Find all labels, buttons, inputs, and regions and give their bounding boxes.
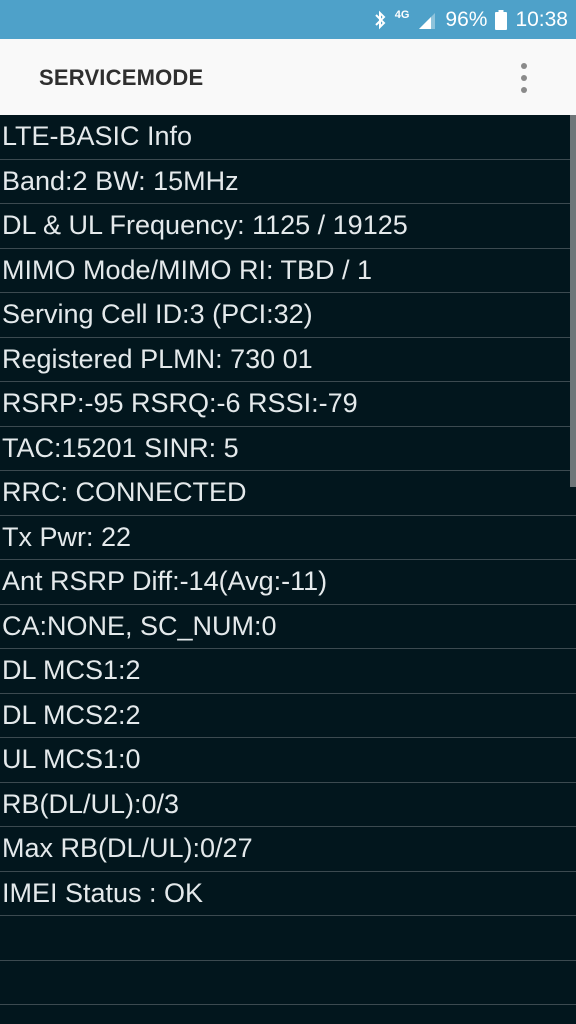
list-item (0, 916, 576, 961)
list-item: DL & UL Frequency: 1125 / 19125 (0, 204, 576, 249)
list-item: Max RB(DL/UL):0/27 (0, 827, 576, 872)
list-item: DL MCS1:2 (0, 649, 576, 694)
service-info-list[interactable]: LTE-BASIC Info Band:2 BW: 15MHz DL & UL … (0, 115, 576, 1024)
list-item: LTE-BASIC Info (0, 115, 576, 160)
list-item: Band:2 BW: 15MHz (0, 160, 576, 204)
battery-icon (495, 9, 508, 30)
network-type-label: 4G (394, 8, 410, 21)
status-bar: 4G 96% 10:38 (0, 0, 576, 39)
list-item: IMEI Status : OK (0, 872, 576, 916)
list-item: RRC: CONNECTED (0, 471, 576, 516)
clock: 10:38 (515, 7, 568, 31)
list-item: Registered PLMN: 730 01 (0, 338, 576, 382)
list-item: Serving Cell ID:3 (PCI:32) (0, 293, 576, 338)
battery-percent: 96% (445, 7, 488, 31)
list-item: RB(DL/UL):0/3 (0, 783, 576, 827)
signal-icon (417, 11, 437, 29)
list-item: CA:NONE, SC_NUM:0 (0, 605, 576, 649)
list-item: TAC:15201 SINR: 5 (0, 427, 576, 471)
bluetooth-icon (373, 10, 387, 30)
list-item: Ant RSRP Diff:-14(Avg:-11) (0, 560, 576, 605)
list-item: Tx Pwr: 22 (0, 516, 576, 560)
overflow-menu-icon[interactable] (512, 63, 536, 93)
list-item: UL MCS1:0 (0, 738, 576, 783)
list-item: MIMO Mode/MIMO RI: TBD / 1 (0, 249, 576, 293)
app-bar: SERVICEMODE (0, 39, 576, 115)
scrollbar[interactable] (570, 115, 576, 487)
page-title: SERVICEMODE (39, 65, 204, 90)
network-type-icon: 4G (395, 9, 410, 26)
list-item: RSRP:-95 RSRQ:-6 RSSI:-79 (0, 382, 576, 427)
list-item: DL MCS2:2 (0, 694, 576, 738)
list-item (0, 961, 576, 1005)
